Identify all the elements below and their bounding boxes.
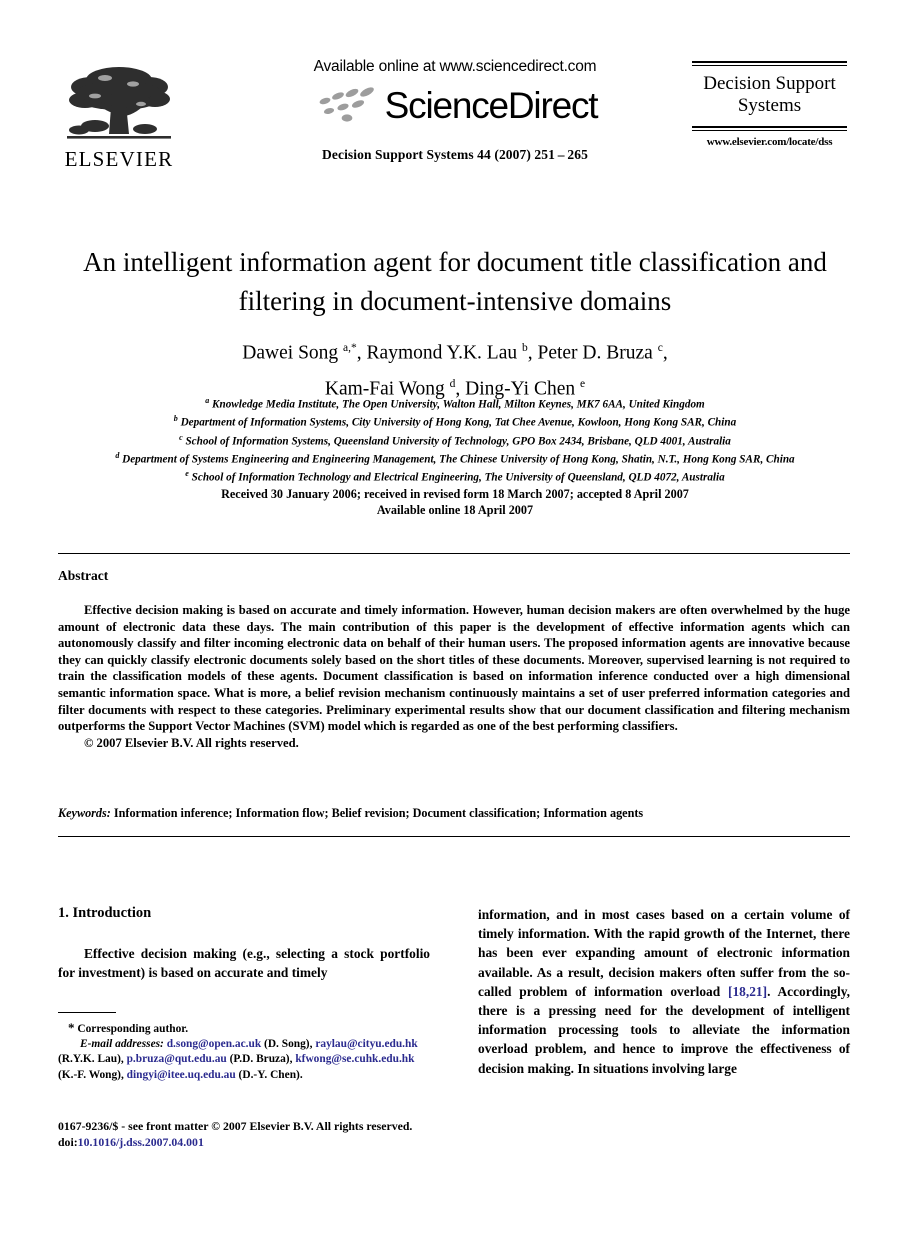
corresponding-author-text: Corresponding author. [77, 1023, 189, 1035]
sciencedirect-swoosh-icon [319, 87, 374, 122]
corresponding-author-marker: * [68, 1020, 75, 1035]
corresponding-author-note: * Corresponding author. [68, 1020, 430, 1037]
sciencedirect-wordmark: ScienceDirect [384, 85, 599, 126]
imprint-block: 0167-9236/$ - see front matter © 2007 El… [58, 1119, 478, 1150]
journal-title-box: Decision Support Systems www.elsevier.co… [692, 61, 847, 148]
issn-line: 0167-9236/$ - see front matter © 2007 El… [58, 1119, 413, 1133]
article-history: Received 30 January 2006; received in re… [70, 487, 840, 518]
affiliation-text: Knowledge Media Institute, The Open Univ… [209, 398, 705, 411]
email-owner: (P.D. Bruza), [226, 1053, 296, 1066]
footnote-block: * Corresponding author. E-mail addresses… [58, 1020, 430, 1083]
abstract-copyright: © 2007 Elsevier B.V. All rights reserved… [84, 735, 299, 750]
elsevier-logo: ELSEVIER [60, 60, 178, 172]
article-title-line-2: filtering in document-intensive domains [238, 286, 672, 316]
sciencedirect-logo: ScienceDirect [255, 80, 655, 132]
introduction-right-column: information, and in most cases based on … [478, 905, 850, 1078]
introduction-paragraph-left: Effective decision making (e.g., selecti… [58, 946, 430, 981]
available-online-text: Available online at www.sciencedirect.co… [313, 58, 597, 75]
doi-line: doi:10.1016/j.dss.2007.04.001 [58, 1135, 478, 1151]
paper-page: ELSEVIER Available online at www.science… [0, 0, 907, 1238]
keywords-label: Keywords: [58, 806, 111, 820]
email-owner: (D. Song), [261, 1038, 316, 1051]
affiliation-item: e School of Information Technology and E… [30, 467, 880, 485]
article-title: An intelligent information agent for doc… [70, 243, 840, 321]
elsevier-tree-icon [67, 67, 171, 139]
article-title-line-1: An intelligent information agent for doc… [83, 247, 827, 277]
elsevier-wordmark: ELSEVIER [64, 147, 174, 171]
abstract-body: Effective decision making is based on ac… [58, 602, 850, 751]
affiliation-text: School of Information Technology and Ele… [188, 472, 725, 485]
journal-box-rule-bottom [692, 126, 847, 131]
introduction-paragraph-right: information, and in most cases based on … [478, 905, 850, 1078]
author-affiliation-marker: e [580, 377, 586, 390]
citation-link-18-21[interactable]: [18,21] [728, 984, 767, 999]
section-heading-introduction: 1. Introduction [58, 905, 152, 921]
email-link[interactable]: p.bruza@qut.edu.au [127, 1053, 227, 1065]
email-owner: (D.-Y. Chen). [235, 1068, 303, 1081]
email-link[interactable]: d.song@open.ac.uk [167, 1038, 261, 1050]
doi-label: doi: [58, 1134, 78, 1149]
author-name: Dawei Song [242, 342, 344, 364]
sciencedirect-block: Available online at www.sciencedirect.co… [255, 58, 655, 163]
email-addresses-label: E-mail addresses: [80, 1038, 167, 1051]
journal-title: Decision Support Systems [692, 66, 847, 121]
abstract-text: Effective decision making is based on ac… [58, 603, 850, 734]
introduction-left-column: 1. Introduction Effective decision makin… [58, 905, 430, 982]
affiliation-item: a Knowledge Media Institute, The Open Un… [30, 394, 880, 412]
email-owner: (K.-F. Wong), [58, 1068, 127, 1081]
journal-title-line-1: Decision Support [703, 73, 836, 94]
author-affiliation-marker: a,* [343, 342, 357, 354]
affiliation-item: c School of Information Systems, Queensl… [30, 431, 880, 449]
author-name: , Raymond Y.K. Lau [356, 342, 522, 364]
footnote-rule [58, 1012, 116, 1013]
doi-link[interactable]: 10.1016/j.dss.2007.04.001 [78, 1135, 204, 1149]
email-link[interactable]: kfwong@se.cuhk.edu.hk [295, 1053, 414, 1065]
affiliation-text: School of Information Systems, Queenslan… [182, 435, 731, 448]
journal-url: www.elsevier.com/locate/dss [706, 136, 833, 148]
email-link[interactable]: dingyi@itee.uq.edu.au [127, 1069, 236, 1081]
abstract-top-rule [58, 553, 850, 554]
affiliation-list: a Knowledge Media Institute, The Open Un… [30, 394, 880, 486]
author-name: , Peter D. Bruza [527, 342, 658, 364]
affiliation-item: d Department of Systems Engineering and … [30, 449, 880, 467]
abstract-heading: Abstract [58, 568, 109, 583]
keywords: Keywords: Information inference; Informa… [58, 806, 850, 821]
affiliation-text: Department of Information Systems, City … [177, 417, 737, 430]
author-line-1: Dawei Song a,*, Raymond Y.K. Lau b, Pete… [70, 333, 840, 369]
journal-header: ELSEVIER Available online at www.science… [0, 58, 907, 203]
author-name: , [662, 342, 668, 364]
affiliation-item: b Department of Information Systems, Cit… [30, 412, 880, 430]
received-dates: Received 30 January 2006; received in re… [221, 487, 689, 501]
email-link[interactable]: raylau@cityu.edu.hk [315, 1038, 417, 1050]
keywords-bottom-rule [58, 836, 850, 837]
journal-citation: Decision Support Systems 44 (2007) 251 –… [322, 147, 588, 162]
journal-title-line-2: Systems [737, 95, 802, 116]
keywords-value: Information inference; Information flow;… [113, 806, 644, 820]
affiliation-text: Department of Systems Engineering and En… [119, 453, 795, 466]
available-online-date: Available online 18 April 2007 [376, 502, 534, 517]
email-addresses: E-mail addresses: d.song@open.ac.uk (D. … [58, 1037, 430, 1083]
email-owner: (R.Y.K. Lau), [58, 1053, 127, 1066]
